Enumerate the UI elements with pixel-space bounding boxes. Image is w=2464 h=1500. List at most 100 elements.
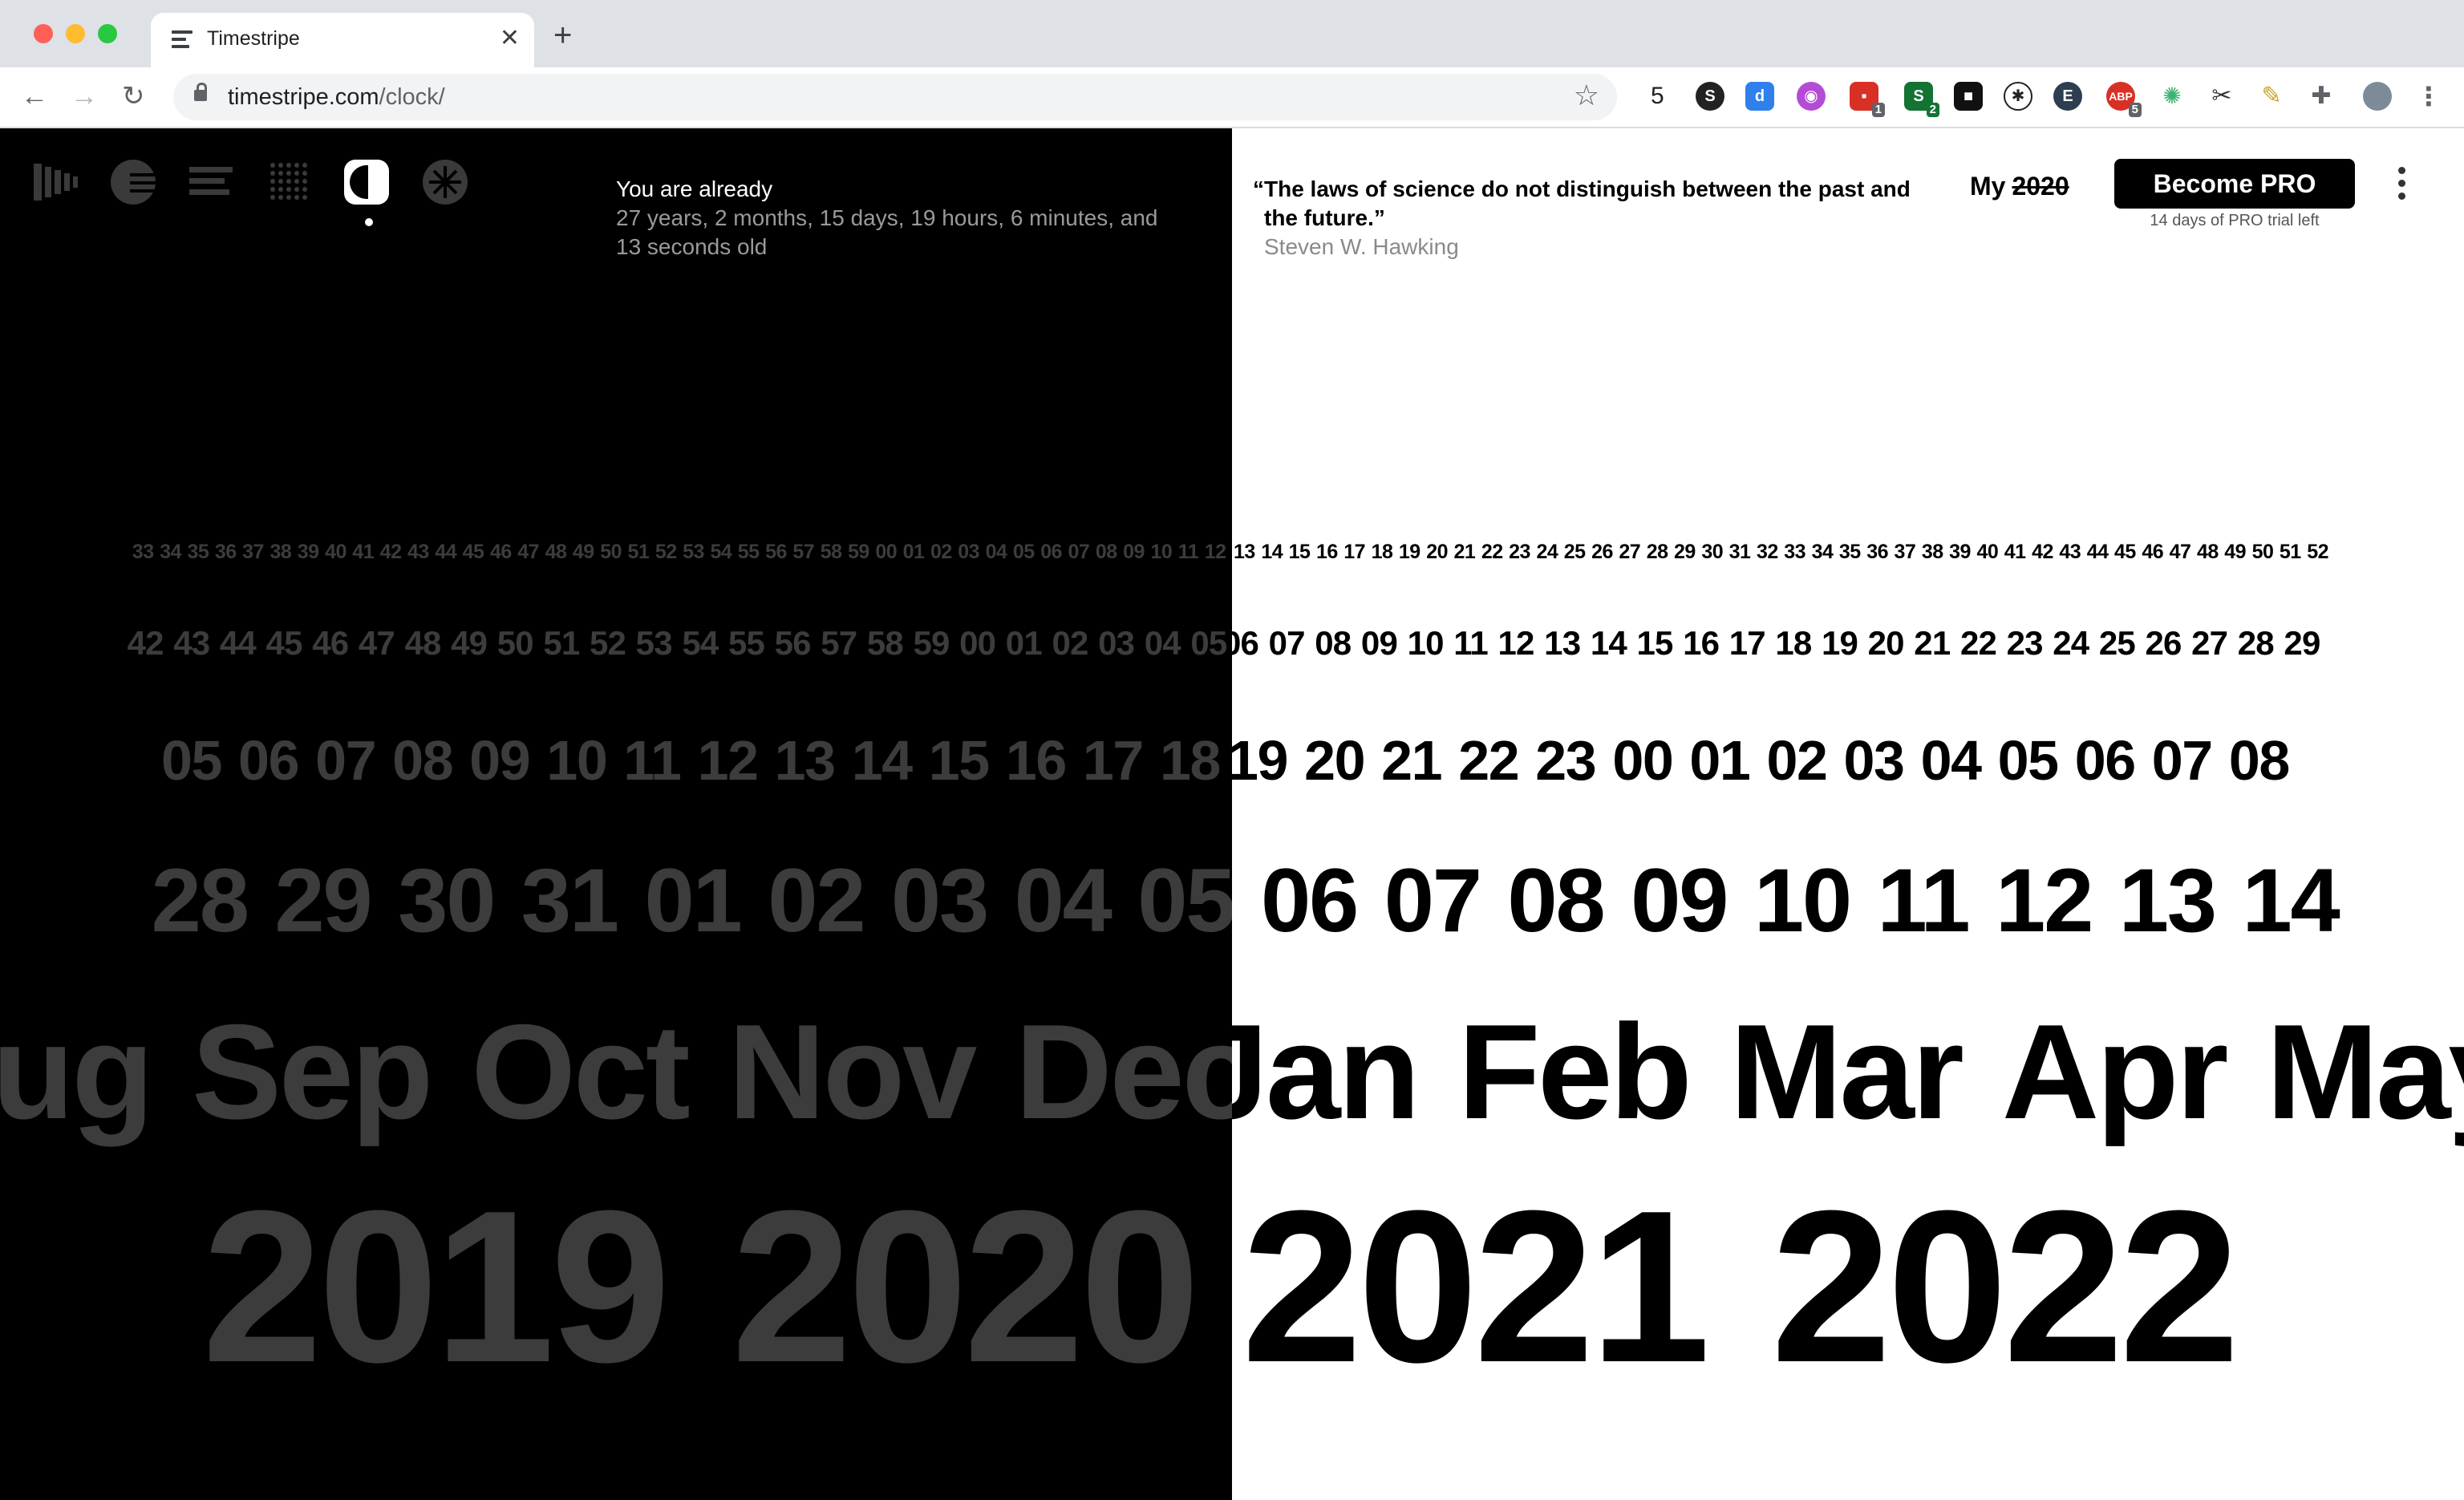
stripe-value: 13: [774, 729, 836, 792]
extensions-puzzle-icon[interactable]: ✚: [2307, 82, 2336, 111]
stripe-value: 27: [1619, 541, 1641, 563]
stripe-value: 03: [1098, 624, 1135, 662]
stripe-value: 07: [2151, 729, 2213, 792]
quote: “The laws of science do not distinguish …: [1253, 175, 1911, 261]
months-stripe-past: AugSep OctNovDec: [0, 995, 1232, 1149]
stripe-value: 16: [1315, 541, 1338, 563]
address-bar[interactable]: timestripe.com/clock/ ☆: [173, 74, 1617, 120]
stripe-value: 09: [469, 729, 530, 792]
stripe-value: 48: [404, 624, 441, 662]
stripe-value: 48: [545, 541, 567, 563]
stripe-value: 2022: [1771, 1166, 2239, 1408]
stripe-value: 02: [1052, 624, 1088, 662]
stripe-value: 14: [1590, 624, 1627, 662]
extension-s2-icon[interactable]: S2: [1904, 82, 1939, 117]
stripe-value: 35: [1838, 541, 1861, 563]
close-window-button[interactable]: [34, 24, 53, 43]
stripe-value: 54: [710, 541, 732, 563]
stripe-value: 51: [2279, 541, 2301, 563]
stripe-value: 20: [1304, 729, 1365, 792]
stripe-value: 11: [1453, 624, 1489, 662]
horizon-view-icon[interactable]: [109, 157, 159, 207]
lock-icon: [194, 83, 207, 101]
stripe-value: 17: [1343, 541, 1366, 563]
stripe-value: 12: [1204, 541, 1226, 563]
stripe-value: 29: [274, 850, 372, 951]
stripe-value: 55: [737, 541, 760, 563]
stripe-value: 49: [451, 624, 488, 662]
years-stripe-past: 2019 2020: [202, 1163, 1232, 1412]
back-button[interactable]: ←: [21, 79, 48, 114]
stripe-value: 23: [1509, 541, 1530, 563]
stripe-value: 59: [913, 624, 950, 662]
clock-view-icon[interactable]: [342, 157, 391, 207]
page-favicon-icon: [172, 30, 192, 50]
extension-calendar-icon[interactable]: ▪ 1: [1850, 82, 1885, 117]
stripe-value: 09: [1123, 541, 1145, 563]
stripe-value: 22: [1481, 541, 1503, 563]
browser-menu-icon[interactable]: ⋮: [2414, 82, 2443, 111]
stripe-value: 45: [2114, 541, 2136, 563]
minutes-stripe-future: 06 07 08 09 10 11 12 13 14 15 16 17 18 19 20 21 22 23 24 25…: [1222, 624, 2330, 663]
reload-button[interactable]: ↻: [122, 79, 145, 114]
stripe-value: 49: [572, 541, 594, 563]
stripe-value: Nov: [727, 996, 978, 1147]
starburst-view-icon[interactable]: [420, 157, 470, 207]
browser-tab[interactable]: Timestripe ✕: [151, 13, 534, 67]
stripe-value: 44: [435, 541, 457, 563]
minimize-window-button[interactable]: [66, 24, 85, 43]
stripe-value: 40: [1976, 541, 1999, 563]
stripe-value: 44: [219, 624, 257, 662]
become-pro-button[interactable]: Become PRO: [2114, 159, 2355, 209]
extension-e-icon[interactable]: E: [2053, 82, 2082, 111]
stripe-value: 46: [489, 541, 512, 563]
stripe-value: 2019: [201, 1166, 671, 1408]
extension-compass-icon[interactable]: ✱: [2004, 82, 2032, 111]
tab-close-icon[interactable]: ✕: [500, 24, 520, 53]
extension-d-icon[interactable]: d: [1745, 82, 1774, 111]
extension-camera-icon[interactable]: ■: [1954, 82, 1983, 111]
more-options-icon[interactable]: [2397, 167, 2408, 205]
stripe-value: 24: [1536, 541, 1558, 563]
stripe-value: 11: [1877, 850, 1971, 951]
extension-scissors-icon[interactable]: ✂: [2207, 82, 2236, 111]
maximize-window-button[interactable]: [98, 24, 117, 43]
stripe-value: 21: [1381, 729, 1442, 792]
new-tab-button[interactable]: +: [553, 19, 572, 51]
stripe-value: Sep: [191, 996, 433, 1147]
extension-counter[interactable]: 5: [1651, 82, 1664, 111]
extension-circle-icon[interactable]: ◉: [1797, 82, 1826, 111]
stripe-value: 21: [1453, 541, 1476, 563]
stripe-value: 06: [1261, 850, 1359, 951]
stripe-value: Mar: [1729, 996, 1964, 1147]
bookmark-star-icon[interactable]: ☆: [1574, 79, 1599, 112]
stripe-value: 45: [265, 624, 303, 662]
stripe-value: 45: [462, 541, 484, 563]
stripe-value: 51: [543, 624, 580, 662]
profile-avatar[interactable]: [2363, 82, 2392, 111]
extension-adblock-icon[interactable]: ABP 5: [2106, 82, 2142, 117]
stripe-value: 26: [1591, 541, 1613, 563]
stripe-value: 37: [242, 541, 264, 563]
stripe-value: 23: [2006, 624, 2044, 662]
stripe-value: 27: [2191, 624, 2228, 662]
my-year-link[interactable]: My 2020: [1970, 170, 2069, 202]
stripe-value: 02: [930, 541, 952, 563]
list-view-icon[interactable]: [186, 157, 236, 207]
stripe-value: 01: [1005, 624, 1043, 662]
extension-pencil-icon[interactable]: ✎: [2257, 82, 2286, 111]
stripe-value: 37: [1894, 541, 1916, 563]
forward-button[interactable]: →: [71, 79, 98, 114]
extension-s-icon[interactable]: S: [1696, 82, 1724, 111]
stripe-value: 50: [496, 624, 534, 662]
stripe-value: 56: [765, 541, 787, 563]
stripes-view-icon[interactable]: [32, 157, 82, 207]
stripe-value: 22: [1959, 624, 1997, 662]
stripe-value: 05: [160, 729, 222, 792]
stripe-value: 01: [1689, 729, 1750, 792]
extension-gpt-icon[interactable]: ✺: [2158, 82, 2186, 111]
stripe-value: 09: [1631, 850, 1728, 951]
stripe-value: 29: [2284, 624, 2320, 662]
grid-view-icon[interactable]: [265, 157, 314, 207]
stripe-value: 00: [875, 541, 898, 563]
